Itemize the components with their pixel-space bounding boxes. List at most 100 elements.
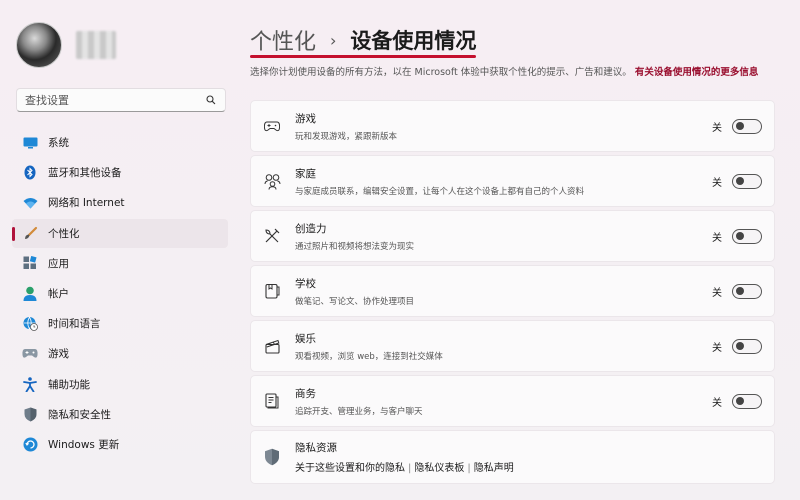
toggle-knob — [736, 232, 744, 240]
description-text: 选择你计划使用设备的所有方法，以在 Microsoft 体验中获取个性化的提示、… — [250, 67, 632, 78]
sidebar-item-network[interactable]: 网络和 Internet — [12, 188, 228, 217]
username-blurred — [76, 31, 116, 59]
card-subtitle: 玩和发现游戏，紧跟新版本 — [295, 131, 398, 142]
gamepad-icon — [22, 346, 38, 362]
toggle-knob — [736, 287, 744, 295]
sidebar-item-apps[interactable]: 应用 — [12, 249, 228, 278]
toggle-knob — [736, 342, 744, 350]
wifi-icon — [22, 195, 38, 211]
card-title: 隐私资源 — [295, 442, 337, 454]
card-subtitle: 与家庭成员联系，编辑安全设置，让每个人在这个设备上都有自己的个人资料 — [295, 186, 585, 197]
business-toggle[interactable] — [732, 393, 762, 409]
sidebar-item-label: 蓝牙和其他设备 — [48, 167, 122, 180]
sidebar-item-gaming[interactable]: 游戏 — [12, 339, 228, 368]
clapperboard-icon — [263, 337, 281, 355]
avatar[interactable] — [16, 22, 62, 68]
sidebar-item-label: 帐户 — [48, 287, 69, 300]
card-gaming: 游戏 玩和发现游戏，紧跟新版本 关 — [250, 100, 775, 152]
breadcrumb: 个性化 › 设备使用情况 — [250, 24, 476, 56]
title-underline — [250, 55, 476, 58]
sidebar: 系统 蓝牙和其他设备 网络和 Internet 个性化 — [0, 0, 240, 500]
sidebar-item-personalization[interactable]: 个性化 — [12, 218, 228, 248]
card-school: 学校 做笔记、写论文、协作处理项目 关 — [250, 265, 775, 317]
shield-icon — [22, 406, 38, 422]
business-icon — [263, 392, 281, 410]
card-subtitle: 做笔记、写论文、协作处理项目 — [295, 296, 415, 307]
sidebar-item-windows-update[interactable]: Windows 更新 — [12, 430, 228, 459]
search-input[interactable] — [25, 93, 205, 107]
settings-window: 系统 蓝牙和其他设备 网络和 Internet 个性化 — [0, 0, 800, 500]
globe-clock-icon — [22, 316, 38, 332]
card-title: 学校 — [295, 277, 316, 290]
user-profile[interactable] — [16, 22, 116, 68]
sidebar-item-label: 网络和 Internet — [48, 197, 125, 210]
toggle-state-label: 关 — [712, 177, 722, 189]
entertainment-toggle[interactable] — [732, 338, 762, 354]
family-icon — [263, 172, 281, 190]
page-description: 选择你计划使用设备的所有方法，以在 Microsoft 体验中获取个性化的提示、… — [250, 66, 780, 79]
sidebar-item-label: 游戏 — [48, 348, 69, 361]
accessibility-icon — [22, 376, 38, 392]
creativity-toggle[interactable] — [732, 228, 762, 244]
sidebar-item-system[interactable]: 系统 — [12, 128, 228, 157]
card-creativity: 创造力 通过照片和视频将想法变为现实 关 — [250, 210, 775, 262]
sidebar-item-label: 个性化 — [48, 227, 80, 240]
toggle-knob — [736, 397, 744, 405]
card-business: 商务 追踪开支、管理业务，与客户聊天 关 — [250, 375, 775, 427]
card-title: 娱乐 — [295, 332, 316, 345]
sidebar-item-label: 隐私和安全性 — [48, 408, 111, 421]
search-icon[interactable] — [205, 94, 217, 106]
sidebar-item-accessibility[interactable]: 辅助功能 — [12, 370, 228, 399]
toggle-knob — [736, 177, 744, 185]
link-separator: | — [408, 463, 412, 474]
sidebar-item-label: 应用 — [48, 257, 69, 270]
toggle-state-label: 关 — [712, 342, 722, 354]
creativity-icon — [263, 227, 281, 245]
breadcrumb-parent-link[interactable]: 个性化 — [250, 24, 316, 56]
brush-icon — [22, 225, 38, 241]
card-title: 商务 — [295, 387, 316, 400]
card-title: 创造力 — [295, 222, 327, 235]
bluetooth-icon — [22, 165, 38, 181]
card-subtitle: 观看视频，浏览 web，连接到社交媒体 — [295, 351, 443, 362]
learn-more-link[interactable]: 有关设备使用情况的更多信息 — [635, 67, 759, 78]
card-privacy-resources: 隐私资源 关于这些设置和你的隐私 | 隐私仪表板 | 隐私声明 — [250, 430, 775, 484]
nav-list: 系统 蓝牙和其他设备 网络和 Internet 个性化 应用 帐户 时间和语言 … — [12, 128, 228, 460]
sidebar-item-label: 辅助功能 — [48, 378, 90, 391]
sidebar-item-accounts[interactable]: 帐户 — [12, 279, 228, 308]
school-toggle[interactable] — [732, 283, 762, 299]
sidebar-item-label: Windows 更新 — [48, 438, 120, 451]
link-separator: | — [467, 463, 471, 474]
scrollbar[interactable] — [793, 8, 796, 488]
card-title: 家庭 — [295, 167, 316, 180]
sidebar-item-bluetooth[interactable]: 蓝牙和其他设备 — [12, 158, 228, 187]
sidebar-item-privacy-security[interactable]: 隐私和安全性 — [12, 400, 228, 429]
page-title: 设备使用情况 — [350, 29, 477, 53]
card-entertainment: 娱乐 观看视频，浏览 web，连接到社交媒体 关 — [250, 320, 775, 372]
gaming-toggle[interactable] — [732, 118, 762, 134]
apps-icon — [22, 255, 38, 271]
school-icon — [263, 282, 281, 300]
main-content: 个性化 › 设备使用情况 选择你计划使用设备的所有方法，以在 Microsoft… — [250, 0, 786, 500]
family-toggle[interactable] — [732, 173, 762, 189]
gamepad-icon — [263, 117, 281, 135]
card-subtitle: 通过照片和视频将想法变为现实 — [295, 241, 415, 252]
card-family: 家庭 与家庭成员联系，编辑安全设置，让每个人在这个设备上都有自己的个人资料 关 — [250, 155, 775, 207]
search-box[interactable] — [16, 88, 226, 112]
privacy-links: 关于这些设置和你的隐私 | 隐私仪表板 | 隐私声明 — [295, 459, 774, 474]
chevron-right-icon: › — [330, 30, 337, 50]
privacy-dashboard-link[interactable]: 隐私仪表板 — [414, 463, 464, 474]
toggle-state-label: 关 — [712, 397, 722, 409]
toggle-state-label: 关 — [712, 122, 722, 134]
display-icon — [22, 135, 38, 151]
card-subtitle: 追踪开支、管理业务，与客户聊天 — [295, 406, 423, 417]
sidebar-item-time-language[interactable]: 时间和语言 — [12, 309, 228, 338]
toggle-state-label: 关 — [712, 287, 722, 299]
privacy-statement-link[interactable]: 隐私声明 — [474, 463, 514, 474]
privacy-about-link[interactable]: 关于这些设置和你的隐私 — [295, 463, 405, 474]
card-title: 游戏 — [295, 112, 316, 125]
update-icon — [22, 436, 38, 452]
person-icon — [22, 285, 38, 301]
toggle-state-label: 关 — [712, 232, 722, 244]
shield-icon — [263, 448, 281, 466]
